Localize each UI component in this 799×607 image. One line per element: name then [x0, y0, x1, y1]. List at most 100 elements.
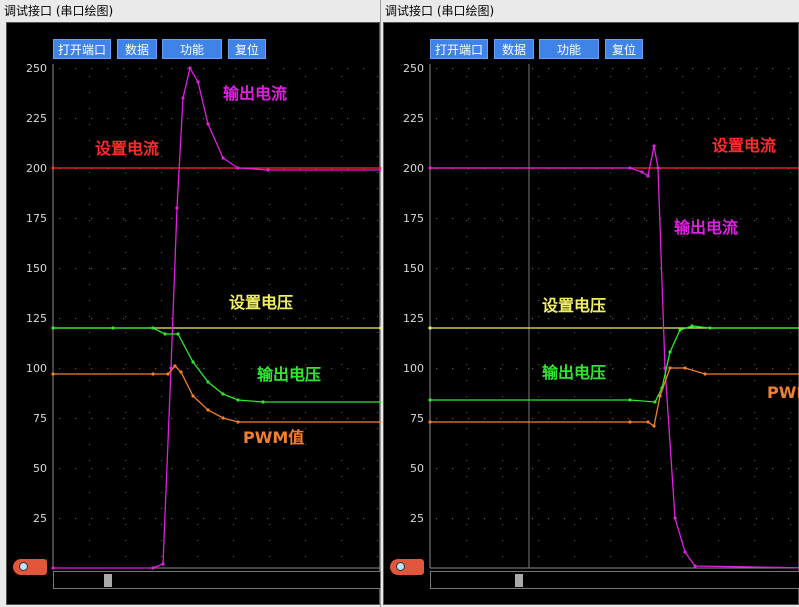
scrollbar-thumb[interactable] [104, 574, 112, 587]
grid-dot [91, 118, 93, 120]
data-point-out_current [652, 144, 656, 148]
grid-dot [161, 172, 163, 174]
grid-dot [682, 268, 684, 270]
grid-dot [466, 92, 468, 94]
grid-dot [574, 476, 576, 478]
grid-dot [125, 172, 127, 174]
grid-dot [233, 396, 235, 398]
grid-dot [331, 468, 333, 470]
scrollbar-thumb[interactable] [515, 574, 523, 587]
grid-dot [610, 172, 612, 174]
grid-dot [305, 156, 307, 158]
grid-dot [341, 348, 343, 350]
grid-dot [612, 418, 614, 420]
y-tick-label: 25 [410, 512, 424, 525]
grid-dot [123, 418, 125, 420]
grid-dot [466, 428, 468, 430]
grid-dot [502, 268, 504, 270]
series-label-out_current: 输出电流 [674, 218, 738, 237]
grid-dot [89, 460, 91, 462]
grid-dot [251, 268, 253, 270]
grid-dot [203, 118, 205, 120]
channel-marker[interactable] [390, 559, 424, 575]
grid-dot [682, 524, 684, 526]
grid-dot [171, 118, 173, 120]
grid-dot [123, 68, 125, 70]
grid-dot [466, 284, 468, 286]
y-tick-label: 100 [403, 362, 424, 375]
y-tick-label: 225 [403, 112, 424, 125]
grid-dot [718, 508, 720, 510]
grid-dot [125, 236, 127, 238]
grid-dot [718, 524, 720, 526]
grid-dot [484, 118, 486, 120]
grid-dot [682, 492, 684, 494]
grid-dot [596, 268, 598, 270]
grid-dot [89, 252, 91, 254]
grid-dot [219, 268, 221, 270]
grid-dot [363, 418, 365, 420]
grid-dot [628, 218, 630, 220]
grid-dot [754, 364, 756, 366]
grid-dot [574, 76, 576, 78]
grid-dot [790, 364, 792, 366]
grid-dot [251, 468, 253, 470]
data-point-set_current [51, 166, 55, 170]
grid-dot [644, 118, 646, 120]
y-tick-label: 225 [26, 112, 47, 125]
grid-dot [233, 508, 235, 510]
series-label-set_current: 设置电流 [95, 139, 159, 158]
grid-dot [682, 156, 684, 158]
grid-dot [341, 396, 343, 398]
grid-dot [269, 284, 271, 286]
grid-dot [161, 140, 163, 142]
grid-dot [612, 68, 614, 70]
grid-dot [269, 332, 271, 334]
grid-dot [612, 468, 614, 470]
grid-dot [646, 540, 648, 542]
grid-dot [363, 318, 365, 320]
grid-dot [305, 492, 307, 494]
grid-dot [646, 300, 648, 302]
grid-dot [235, 118, 237, 120]
data-point-pwm [236, 420, 240, 424]
grid-dot [692, 368, 694, 370]
grid-dot [574, 236, 576, 238]
horizontal-scrollbar[interactable] [53, 571, 381, 589]
grid-dot [91, 68, 93, 70]
grid-dot [269, 316, 271, 318]
grid-dot [610, 508, 612, 510]
line-chart: 25 50 75 100 125 150 175 200 225 250 设置电流 输出电流设置电压输… [26, 62, 381, 570]
grid-dot [754, 188, 756, 190]
grid-dot [646, 220, 648, 222]
grid-dot [75, 68, 77, 70]
grid-dot [155, 318, 157, 320]
grid-dot [299, 318, 301, 320]
y-tick-label: 50 [410, 462, 424, 475]
grid-dot [233, 444, 235, 446]
grid-dot [161, 396, 163, 398]
grid-dot [436, 218, 438, 220]
grid-dot [610, 268, 612, 270]
grid-dot [299, 118, 301, 120]
grid-dot [754, 300, 756, 302]
grid-dot [718, 188, 720, 190]
grid-dot [682, 364, 684, 366]
grid-dot [107, 418, 109, 420]
grid-dot [315, 468, 317, 470]
data-point-out_voltage [176, 332, 180, 336]
grid-dot [187, 418, 189, 420]
horizontal-scrollbar[interactable] [430, 571, 799, 589]
grid-dot [596, 118, 598, 120]
grid-dot [125, 380, 127, 382]
grid-dot [574, 348, 576, 350]
grid-dot [89, 476, 91, 478]
grid-dot [676, 418, 678, 420]
grid-dot [682, 92, 684, 94]
grid-dot [682, 508, 684, 510]
grid-dot [139, 218, 141, 220]
channel-marker[interactable] [13, 559, 47, 575]
grid-dot [574, 108, 576, 110]
grid-dot [610, 380, 612, 382]
grid-dot [790, 300, 792, 302]
